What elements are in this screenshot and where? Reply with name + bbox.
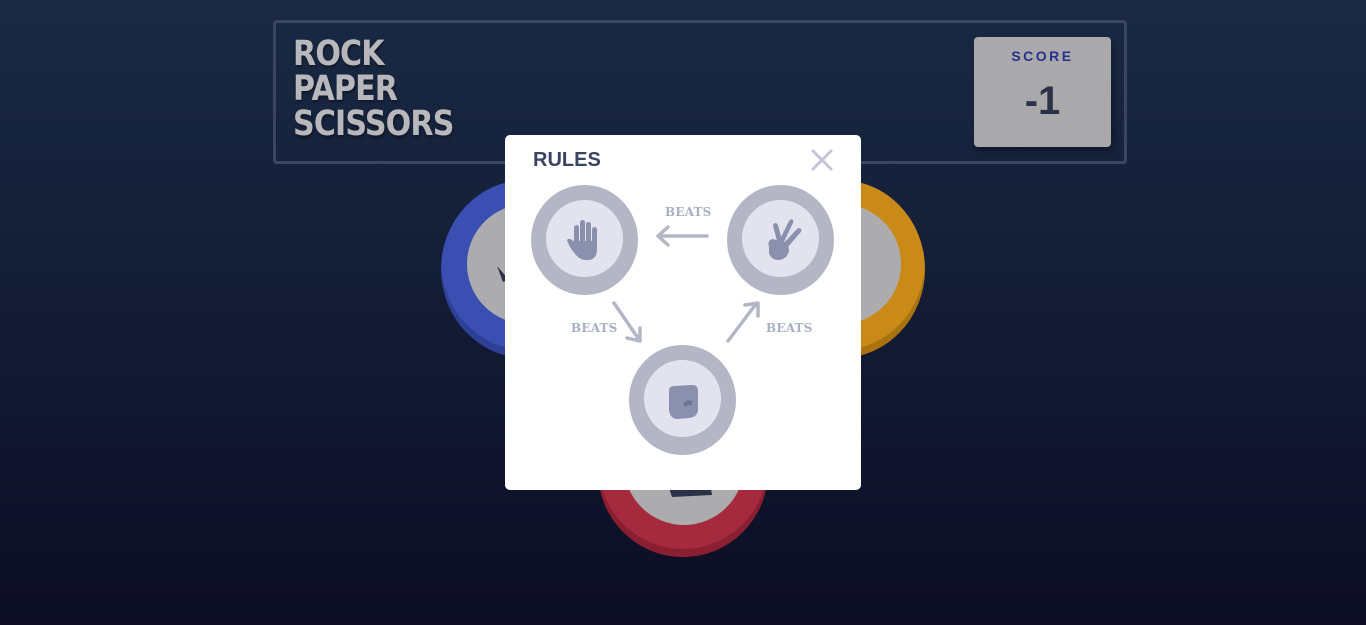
page: { "header": { "title_lines": ["ROCK", "P… (0, 0, 1366, 625)
beats-label-left: BEATS (571, 321, 618, 335)
title-line-rock: ROCK (293, 34, 385, 74)
arrow-scissors-beats-paper (656, 225, 709, 247)
score-label: SCORE (1011, 48, 1074, 64)
game-title: ROCK PAPER SCISSORS (293, 37, 454, 142)
arrow-rock-beats-scissors (726, 301, 760, 343)
rules-arrows (612, 225, 760, 343)
score-box: SCORE -1 (974, 37, 1111, 147)
arrow-paper-beats-rock (612, 301, 642, 343)
title-line-scissors: SCISSORS (293, 104, 454, 144)
title-line-paper: PAPER (293, 69, 398, 109)
beats-label-top: BEATS (665, 205, 712, 219)
beats-label-right: BEATS (766, 321, 813, 335)
rules-modal: RULES BEATS BEATS BEATS (505, 135, 861, 490)
score-value: -1 (1024, 79, 1061, 123)
